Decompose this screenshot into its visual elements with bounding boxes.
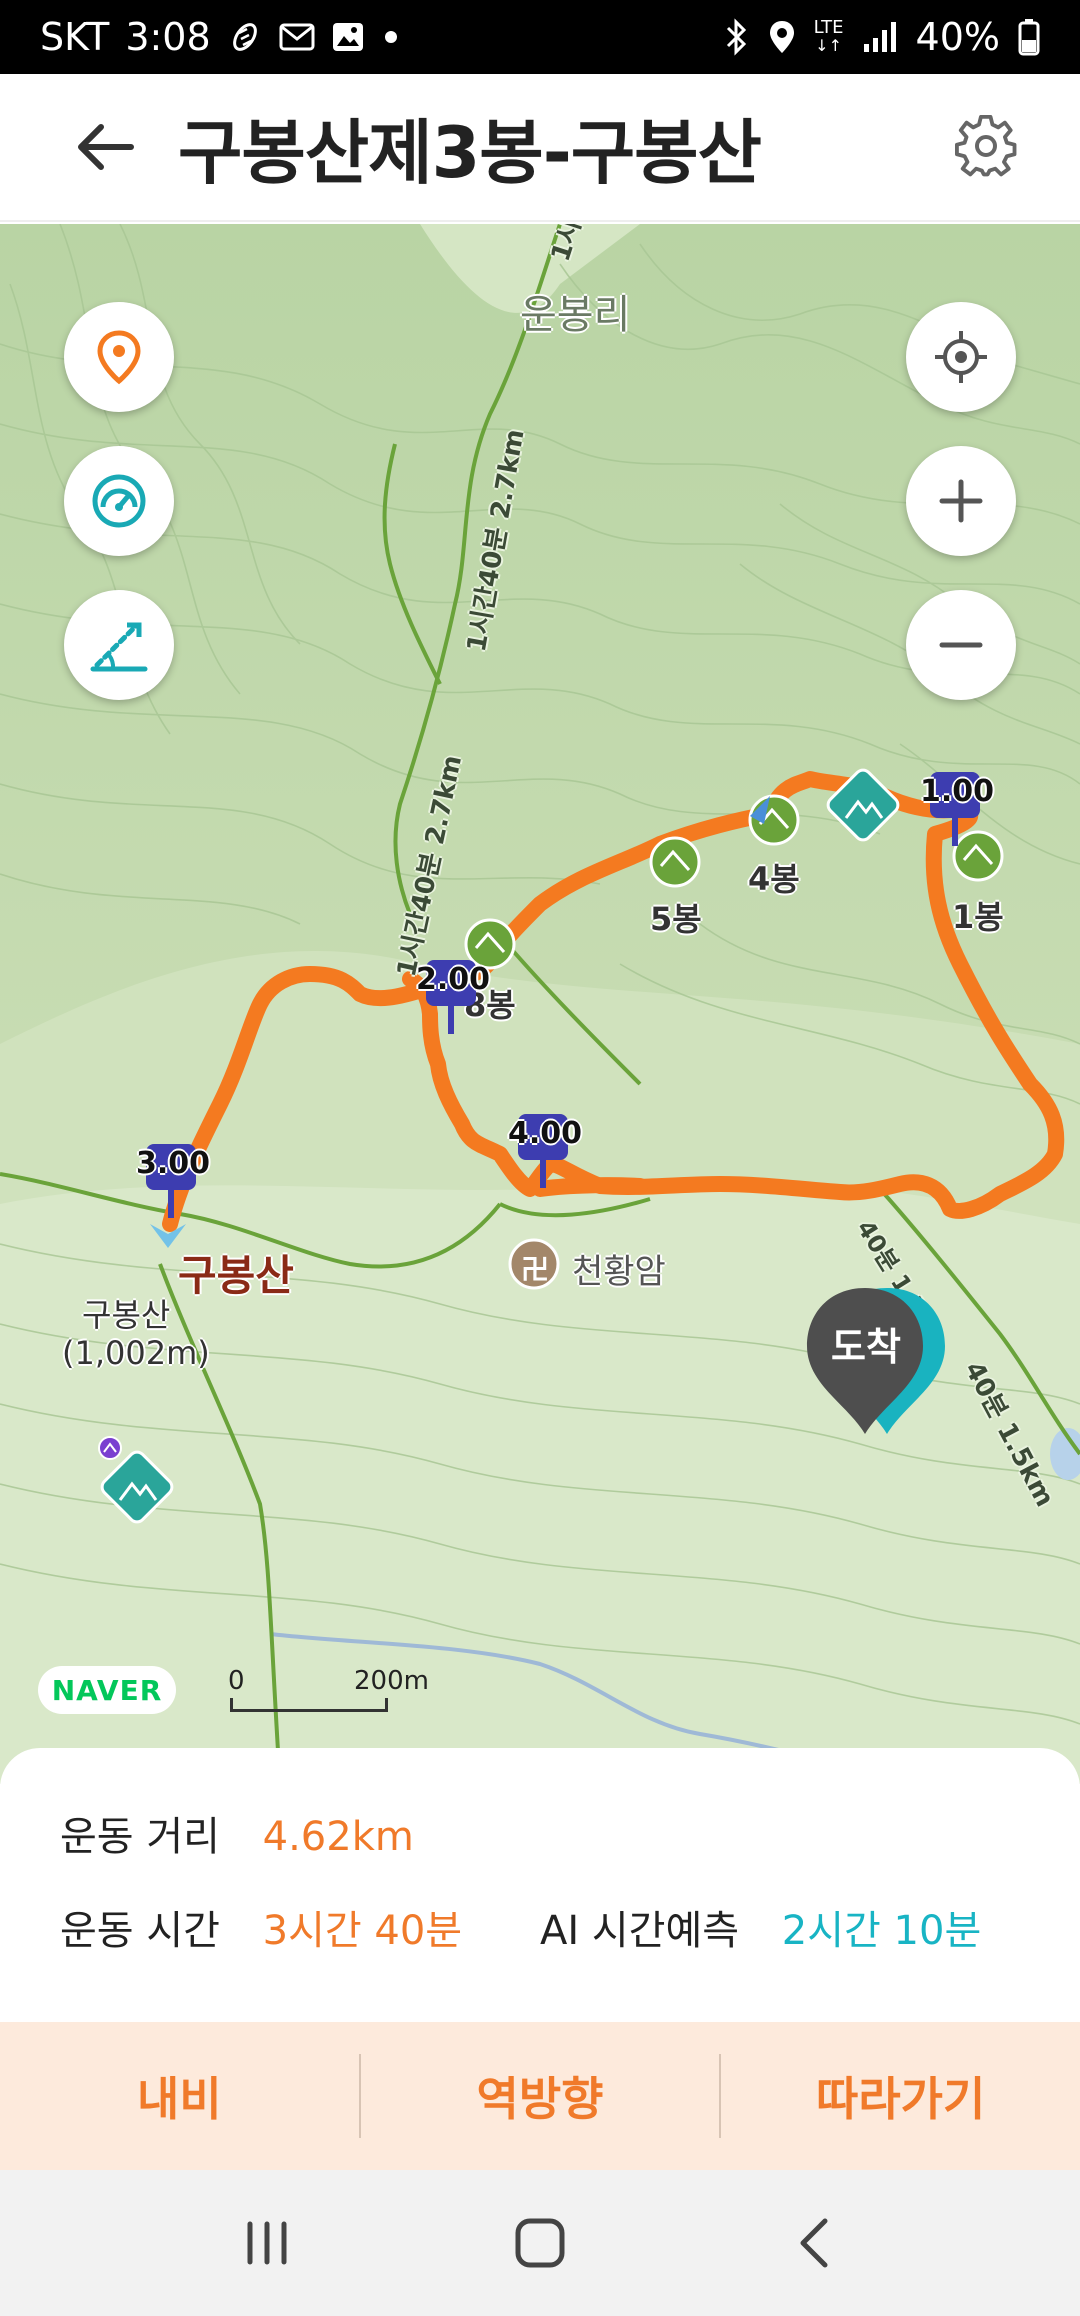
- location-pin-button[interactable]: [64, 302, 174, 412]
- speedometer-button[interactable]: [64, 446, 174, 556]
- zoom-out-button[interactable]: [906, 590, 1016, 700]
- peak-5-label: 5봉: [650, 900, 702, 938]
- km-marker-4-label: 4.00: [507, 1116, 583, 1151]
- home-button[interactable]: [485, 2188, 595, 2298]
- km-marker-2-label: 2.00: [415, 962, 491, 997]
- distance-label: 운동 거리: [60, 1814, 220, 1860]
- back-icon: [800, 2218, 828, 2268]
- slope-button[interactable]: [64, 590, 174, 700]
- distance-row: 운동 거리 4.62km: [60, 1804, 414, 1862]
- follow-button[interactable]: 따라가기: [721, 2022, 1080, 2170]
- home-icon: [515, 2218, 565, 2268]
- mail-icon: [279, 22, 315, 52]
- navi-button[interactable]: 내비: [0, 2022, 359, 2170]
- km-marker-3-label: 3.00: [135, 1146, 211, 1181]
- temple-label: 천황암: [572, 1252, 666, 1292]
- arrival-pin[interactable]: 도착: [805, 1284, 945, 1444]
- km-marker-1-label: 1.00: [919, 774, 995, 809]
- gear-icon: [955, 115, 1017, 177]
- temple-icon: 卍: [521, 1253, 550, 1286]
- recent-apps-icon: [247, 2221, 287, 2265]
- route-info-panel: 운동 거리 4.62km 운동 시간 3시간 40분 AI 시간예측 2시간 1…: [0, 1748, 1080, 2023]
- page-title: 구봉산제3봉-구봉산: [178, 111, 762, 194]
- back-button[interactable]: [60, 102, 150, 192]
- back-arrow-icon: [78, 124, 134, 170]
- battery-icon: [1018, 18, 1040, 56]
- my-location-button[interactable]: [906, 302, 1016, 412]
- bluetooth-icon: [722, 18, 750, 56]
- system-nav-bar: [0, 2170, 1080, 2316]
- time-row: 운동 시간 3시간 40분: [60, 1898, 462, 1956]
- time-label: 운동 시간: [60, 1908, 220, 1954]
- network-label: LTE: [813, 17, 844, 38]
- ai-time-row: AI 시간예측 2시간 10분: [540, 1898, 981, 1956]
- ai-time-label: AI 시간예측: [540, 1908, 740, 1954]
- km-marker-1: 1.00: [920, 772, 994, 848]
- distance-value: 4.62km: [262, 1814, 414, 1860]
- peak-elevation-label: (1,002m): [62, 1334, 210, 1372]
- village-label: 운봉리: [520, 292, 631, 338]
- my-location-icon: [935, 331, 987, 383]
- ai-time-value: 2시간 10분: [781, 1908, 982, 1954]
- carrier-label: SKT: [40, 15, 110, 59]
- image-icon: [331, 21, 365, 53]
- network-indicator: LTE ↓↑: [813, 17, 844, 55]
- action-bar: 내비 역방향 따라가기: [0, 2022, 1080, 2170]
- location-pin-icon: [97, 330, 141, 385]
- time-value: 3시간 40분: [262, 1908, 463, 1954]
- slope-icon: [90, 622, 148, 672]
- map-canvas: [0, 224, 1080, 1784]
- system-back-button[interactable]: [758, 2188, 868, 2298]
- recent-apps-button[interactable]: [212, 2188, 322, 2298]
- scale-bar: 0 200m: [228, 1664, 429, 1724]
- reverse-button[interactable]: 역방향: [361, 2022, 720, 2170]
- km-marker-3: 3.00: [136, 1144, 210, 1220]
- naver-logo: NAVER: [38, 1666, 176, 1714]
- scale-line: [230, 1698, 388, 1712]
- zoom-in-icon: [939, 479, 983, 523]
- dot-icon: [381, 27, 401, 47]
- zoom-in-button[interactable]: [906, 446, 1016, 556]
- scale-end-label: 200m: [354, 1666, 429, 1696]
- km-marker-2: 2.00: [416, 960, 490, 1036]
- signal-icon: [862, 20, 898, 54]
- app-header: 구봉산제3봉-구봉산: [0, 74, 1080, 222]
- status-bar: SKT 3:08 LTE ↓↑ 40%: [0, 0, 1080, 74]
- arrival-label: 도착: [831, 1325, 901, 1369]
- map-view[interactable]: 운봉리 구봉산 구봉산 (1,002m) 천황암 卍 5봉 4봉 1봉 8봉 1…: [0, 224, 1080, 1784]
- peak-1-label: 1봉: [952, 898, 1004, 936]
- location-icon: [768, 19, 796, 55]
- peak-main-label: 구봉산: [178, 1251, 294, 1300]
- peak-4-label: 4봉: [748, 860, 800, 898]
- speedometer-icon: [92, 474, 146, 528]
- time-label: 3:08: [125, 15, 211, 59]
- km-marker-4: 4.00: [508, 1114, 582, 1190]
- battery-label: 40%: [915, 15, 1000, 59]
- scale-start-label: 0: [228, 1666, 245, 1696]
- settings-button[interactable]: [942, 102, 1032, 192]
- peak-name-label: 구봉산: [82, 1296, 171, 1334]
- activity-icon: [227, 19, 263, 55]
- zoom-out-icon: [939, 642, 983, 648]
